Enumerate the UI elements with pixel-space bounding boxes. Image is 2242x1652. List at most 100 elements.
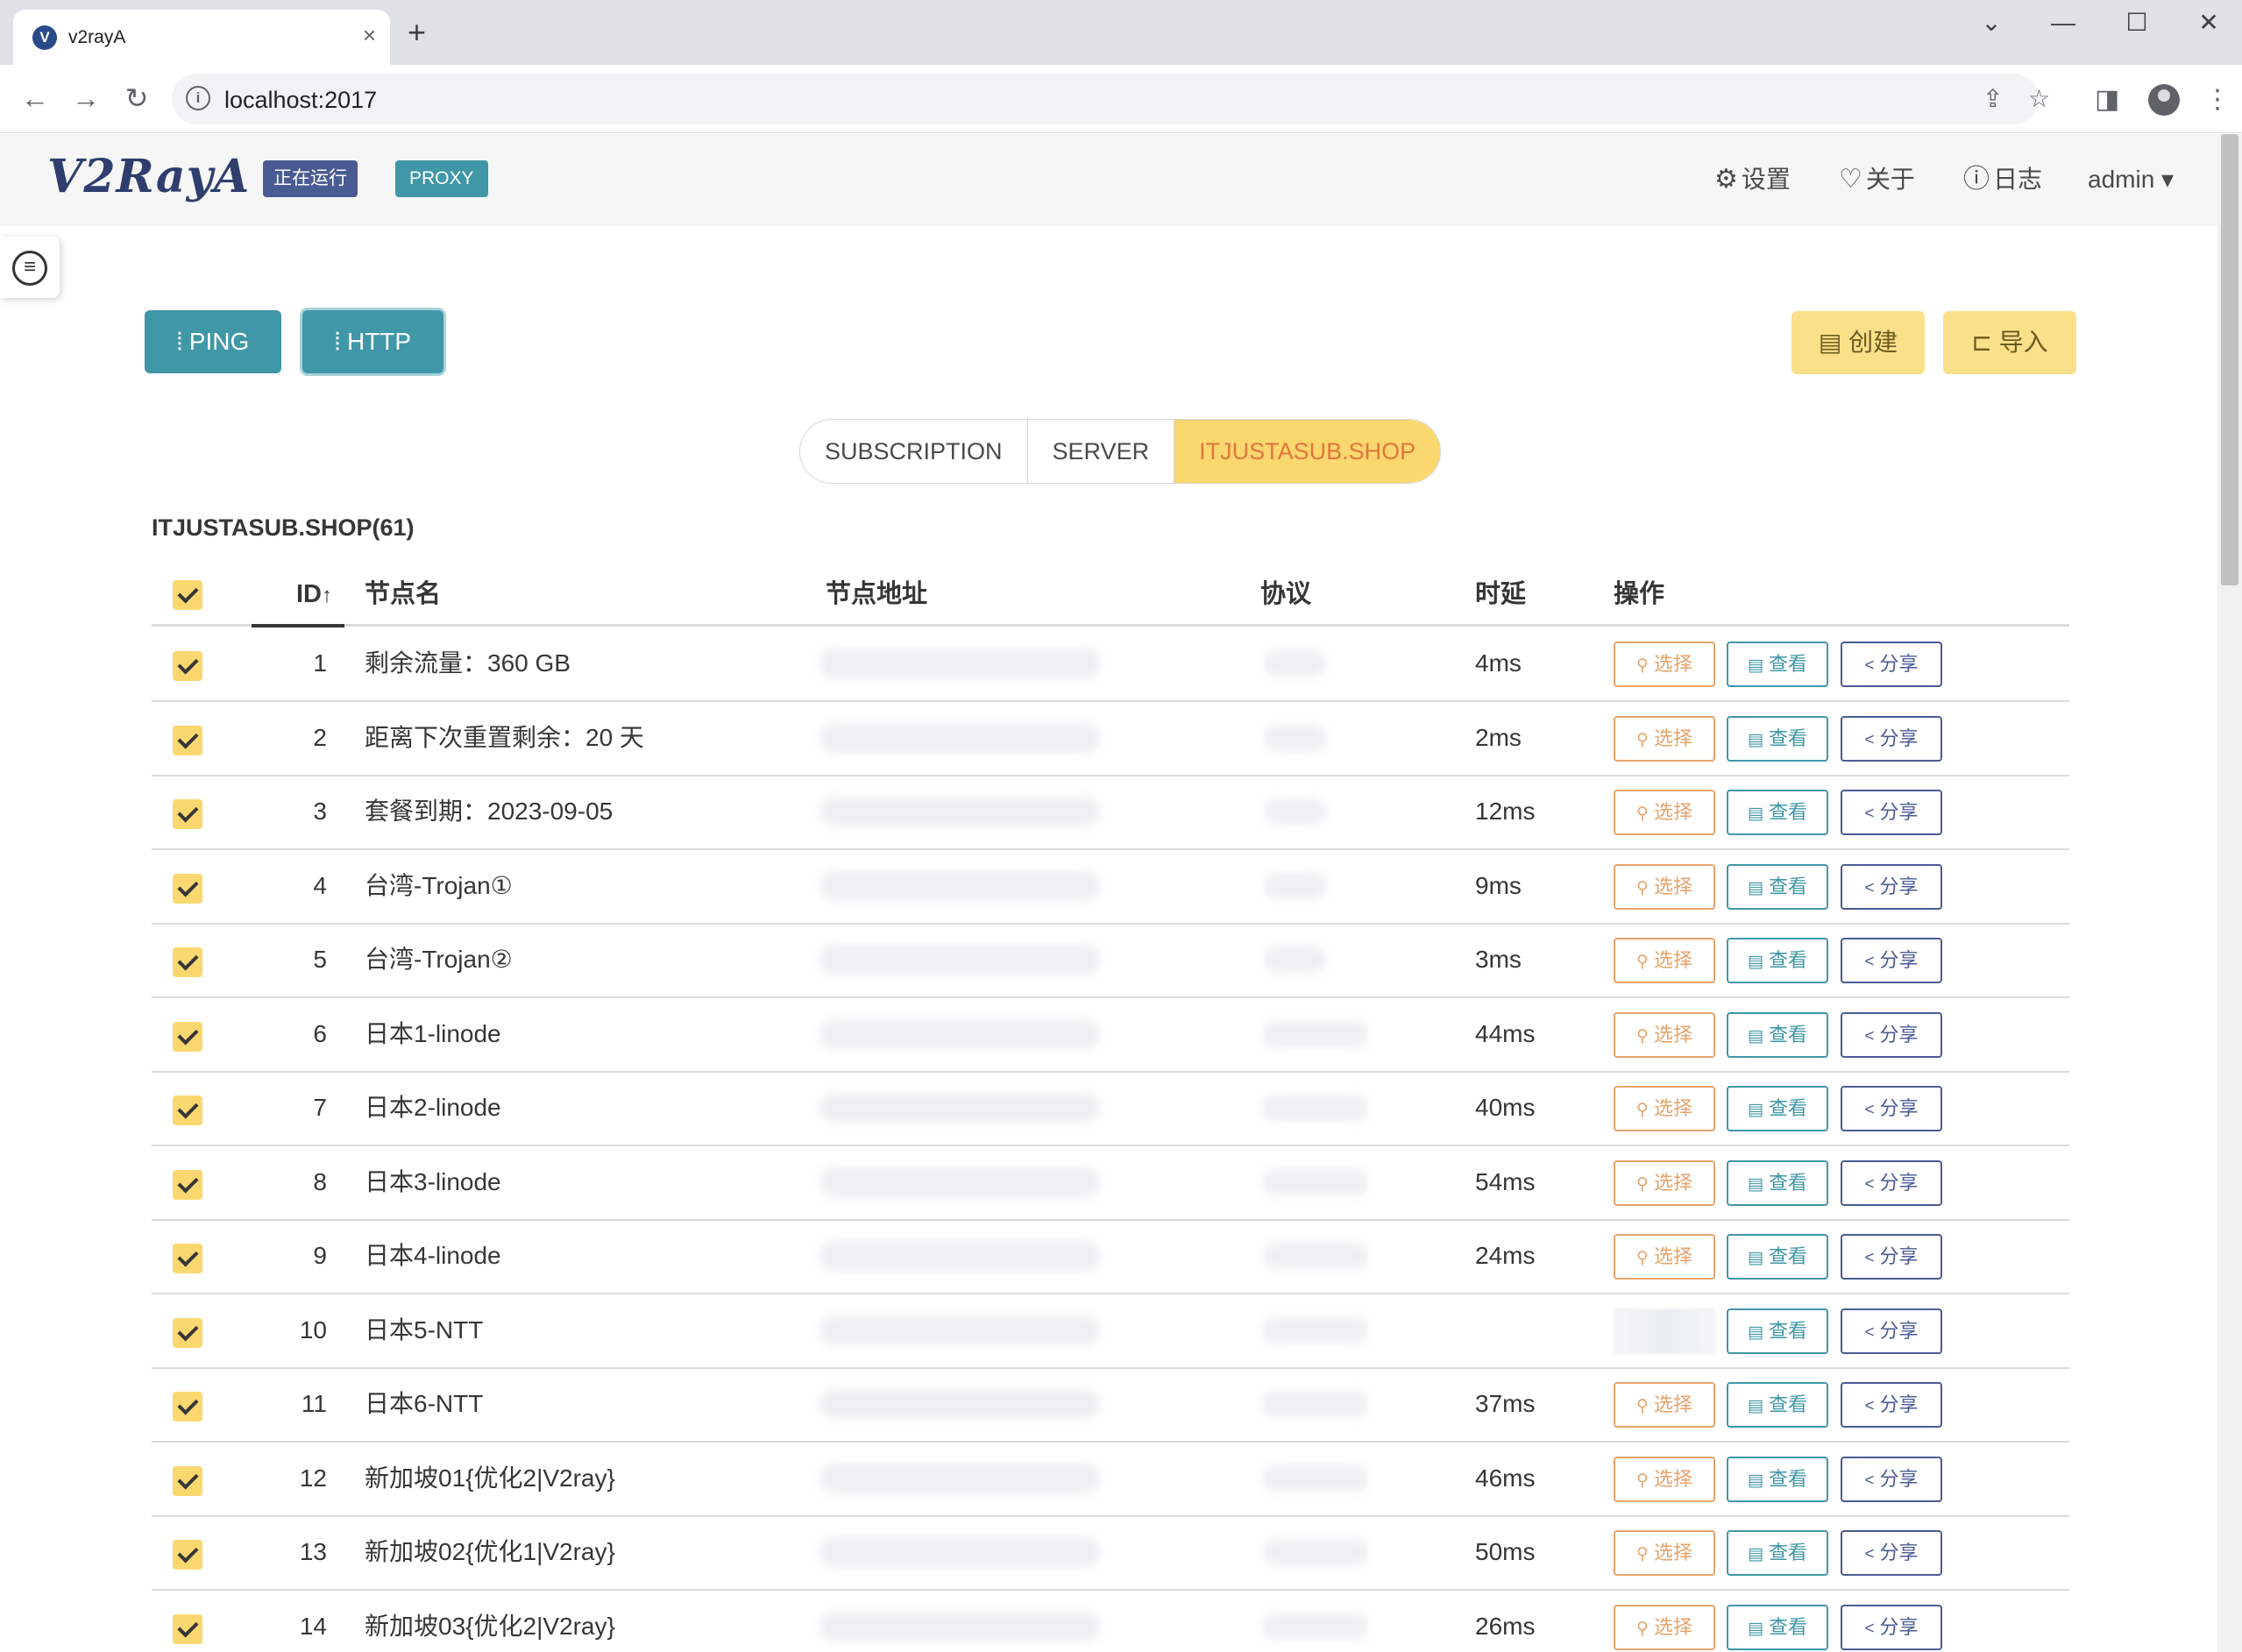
- share-button[interactable]: < 分享: [1841, 1456, 1942, 1502]
- row-protocol-redacted: [1263, 1020, 1368, 1047]
- row-checkbox[interactable]: [173, 1392, 202, 1422]
- share-button[interactable]: < 分享: [1841, 642, 1942, 687]
- share-button[interactable]: < 分享: [1841, 1308, 1942, 1354]
- select-button[interactable]: ⚲选择: [1614, 1308, 1715, 1354]
- http-test-button[interactable]: ⦙ HTTP: [302, 310, 443, 373]
- select-button[interactable]: ⚲选择: [1614, 1530, 1715, 1576]
- row-checkbox[interactable]: [173, 1021, 202, 1052]
- share-button[interactable]: < 分享: [1841, 863, 1942, 910]
- row-checkbox[interactable]: [173, 1613, 202, 1644]
- profile-avatar-icon[interactable]: [2148, 84, 2180, 116]
- about-link[interactable]: ♡ 关于: [1839, 162, 1915, 197]
- row-checkbox[interactable]: [173, 947, 202, 977]
- row-checkbox[interactable]: [173, 1169, 202, 1200]
- browser-menu-icon[interactable]: ⋮: [2204, 82, 2231, 117]
- table-row: 10 日本5-NTT ⚲选择 ▤查看 <分享: [152, 1294, 2069, 1369]
- view-button[interactable]: ▤ 查看: [1727, 1530, 1828, 1576]
- tab-itjustasub-shop[interactable]: ITJUSTASUB.SHOP: [1174, 420, 1441, 483]
- view-button[interactable]: ▤ 查看: [1727, 642, 1828, 687]
- site-info-icon[interactable]: i: [186, 86, 210, 110]
- document-icon: ▤: [1748, 1101, 1763, 1119]
- share-button[interactable]: < 分享: [1841, 715, 1942, 762]
- select-button[interactable]: ⚲选择: [1614, 1086, 1715, 1131]
- share-button[interactable]: < 分享: [1841, 1382, 1942, 1428]
- select-all-checkbox[interactable]: [173, 580, 202, 610]
- share-button[interactable]: < 分享: [1841, 1234, 1942, 1280]
- view-button[interactable]: ▤ 查看: [1727, 1234, 1828, 1280]
- view-button[interactable]: ▤ 查看: [1727, 1456, 1828, 1502]
- view-button[interactable]: ▤ 查看: [1727, 863, 1828, 910]
- view-button[interactable]: ▤ 查看: [1727, 1011, 1828, 1058]
- menu-toggle-button[interactable]: ≡: [0, 237, 60, 298]
- column-header-latency[interactable]: 时延: [1475, 577, 1526, 612]
- select-button[interactable]: ⚲选择: [1614, 1382, 1715, 1428]
- column-header-address[interactable]: 节点地址: [826, 577, 927, 612]
- select-button[interactable]: ⚲选择: [1614, 790, 1715, 835]
- view-button[interactable]: ▤ 查看: [1727, 1382, 1828, 1428]
- row-checkbox[interactable]: [173, 799, 202, 829]
- row-checkbox[interactable]: [173, 873, 202, 904]
- reload-icon[interactable]: ↻: [119, 81, 154, 116]
- row-checkbox[interactable]: [173, 725, 202, 755]
- view-button[interactable]: ▤ 查看: [1727, 790, 1828, 835]
- forward-arrow-icon[interactable]: →: [68, 81, 103, 116]
- close-window-button[interactable]: ✕: [2191, 5, 2226, 40]
- bookmark-star-icon[interactable]: ☆: [2028, 84, 2050, 114]
- share-button[interactable]: < 分享: [1841, 1159, 1942, 1206]
- select-button[interactable]: ⚲选择: [1614, 863, 1715, 910]
- row-checkbox[interactable]: [173, 1095, 202, 1125]
- row-checkbox[interactable]: [173, 1540, 202, 1570]
- tab-server[interactable]: SERVER: [1028, 420, 1175, 483]
- url-text[interactable]: localhost:2017: [224, 87, 377, 114]
- select-button[interactable]: ⚲选择: [1614, 1159, 1715, 1206]
- log-link[interactable]: ⓘ 日志: [1963, 162, 2042, 197]
- select-button[interactable]: ⚲选择: [1614, 1234, 1715, 1280]
- browser-tab[interactable]: V v2rayA ×: [13, 10, 390, 65]
- address-bar[interactable]: i localhost:2017 ⇪ ☆: [172, 74, 2050, 124]
- back-arrow-icon[interactable]: ←: [18, 81, 53, 116]
- ping-test-button[interactable]: ⦙ PING: [145, 310, 281, 373]
- select-button[interactable]: ⚲选择: [1614, 1604, 1715, 1650]
- view-button[interactable]: ▤ 查看: [1727, 1086, 1828, 1131]
- column-header-protocol[interactable]: 协议: [1260, 577, 1311, 612]
- minimize-button[interactable]: —: [2046, 5, 2081, 40]
- select-button[interactable]: ⚲选择: [1614, 642, 1715, 687]
- user-menu[interactable]: admin ▾: [2088, 162, 2174, 197]
- new-tab-button[interactable]: +: [408, 17, 426, 48]
- share-button[interactable]: < 分享: [1841, 938, 1942, 983]
- share-button[interactable]: < 分享: [1841, 1604, 1942, 1650]
- select-button[interactable]: ⚲选择: [1614, 715, 1715, 762]
- view-button[interactable]: ▤ 查看: [1727, 1159, 1828, 1206]
- view-button[interactable]: ▤ 查看: [1727, 715, 1828, 762]
- select-button[interactable]: ⚲选择: [1614, 1011, 1715, 1058]
- column-header-id[interactable]: ID↑: [296, 577, 332, 613]
- select-button[interactable]: ⚲选择: [1614, 1456, 1715, 1502]
- select-button[interactable]: ⚲选择: [1614, 938, 1715, 983]
- view-button[interactable]: ▤ 查看: [1727, 938, 1828, 983]
- scrollbar-thumb[interactable]: [2221, 134, 2238, 585]
- share-button[interactable]: < 分享: [1841, 790, 1942, 835]
- page-scrollbar[interactable]: [2217, 134, 2242, 1652]
- share-button[interactable]: < 分享: [1841, 1011, 1942, 1058]
- view-button[interactable]: ▤ 查看: [1727, 1308, 1828, 1354]
- row-checkbox[interactable]: [173, 651, 202, 681]
- share-button[interactable]: < 分享: [1841, 1086, 1942, 1131]
- share-button[interactable]: < 分享: [1841, 1530, 1942, 1576]
- row-checkbox[interactable]: [173, 1465, 202, 1496]
- row-address-redacted: [819, 1463, 1100, 1493]
- v2raya-logo[interactable]: V2RayA: [47, 150, 250, 203]
- row-address-redacted: [819, 1389, 1100, 1419]
- row-checkbox[interactable]: [173, 1244, 202, 1273]
- share-page-icon[interactable]: ⇪: [1983, 84, 2003, 114]
- import-button[interactable]: ⊏ 导入: [1943, 311, 2076, 374]
- view-button[interactable]: ▤ 查看: [1727, 1604, 1828, 1650]
- create-button[interactable]: ▤ 创建: [1791, 311, 1925, 374]
- tab-search-icon[interactable]: ⌄: [1974, 5, 2009, 40]
- tab-close-icon[interactable]: ×: [363, 22, 376, 48]
- row-checkbox[interactable]: [173, 1317, 202, 1348]
- tab-subscription[interactable]: SUBSCRIPTION: [800, 420, 1028, 483]
- side-panel-icon[interactable]: ◨: [2095, 82, 2119, 117]
- column-header-name[interactable]: 节点名: [365, 577, 441, 612]
- maximize-button[interactable]: ☐: [2119, 5, 2154, 40]
- settings-link[interactable]: ⚙ 设置: [1714, 162, 1791, 197]
